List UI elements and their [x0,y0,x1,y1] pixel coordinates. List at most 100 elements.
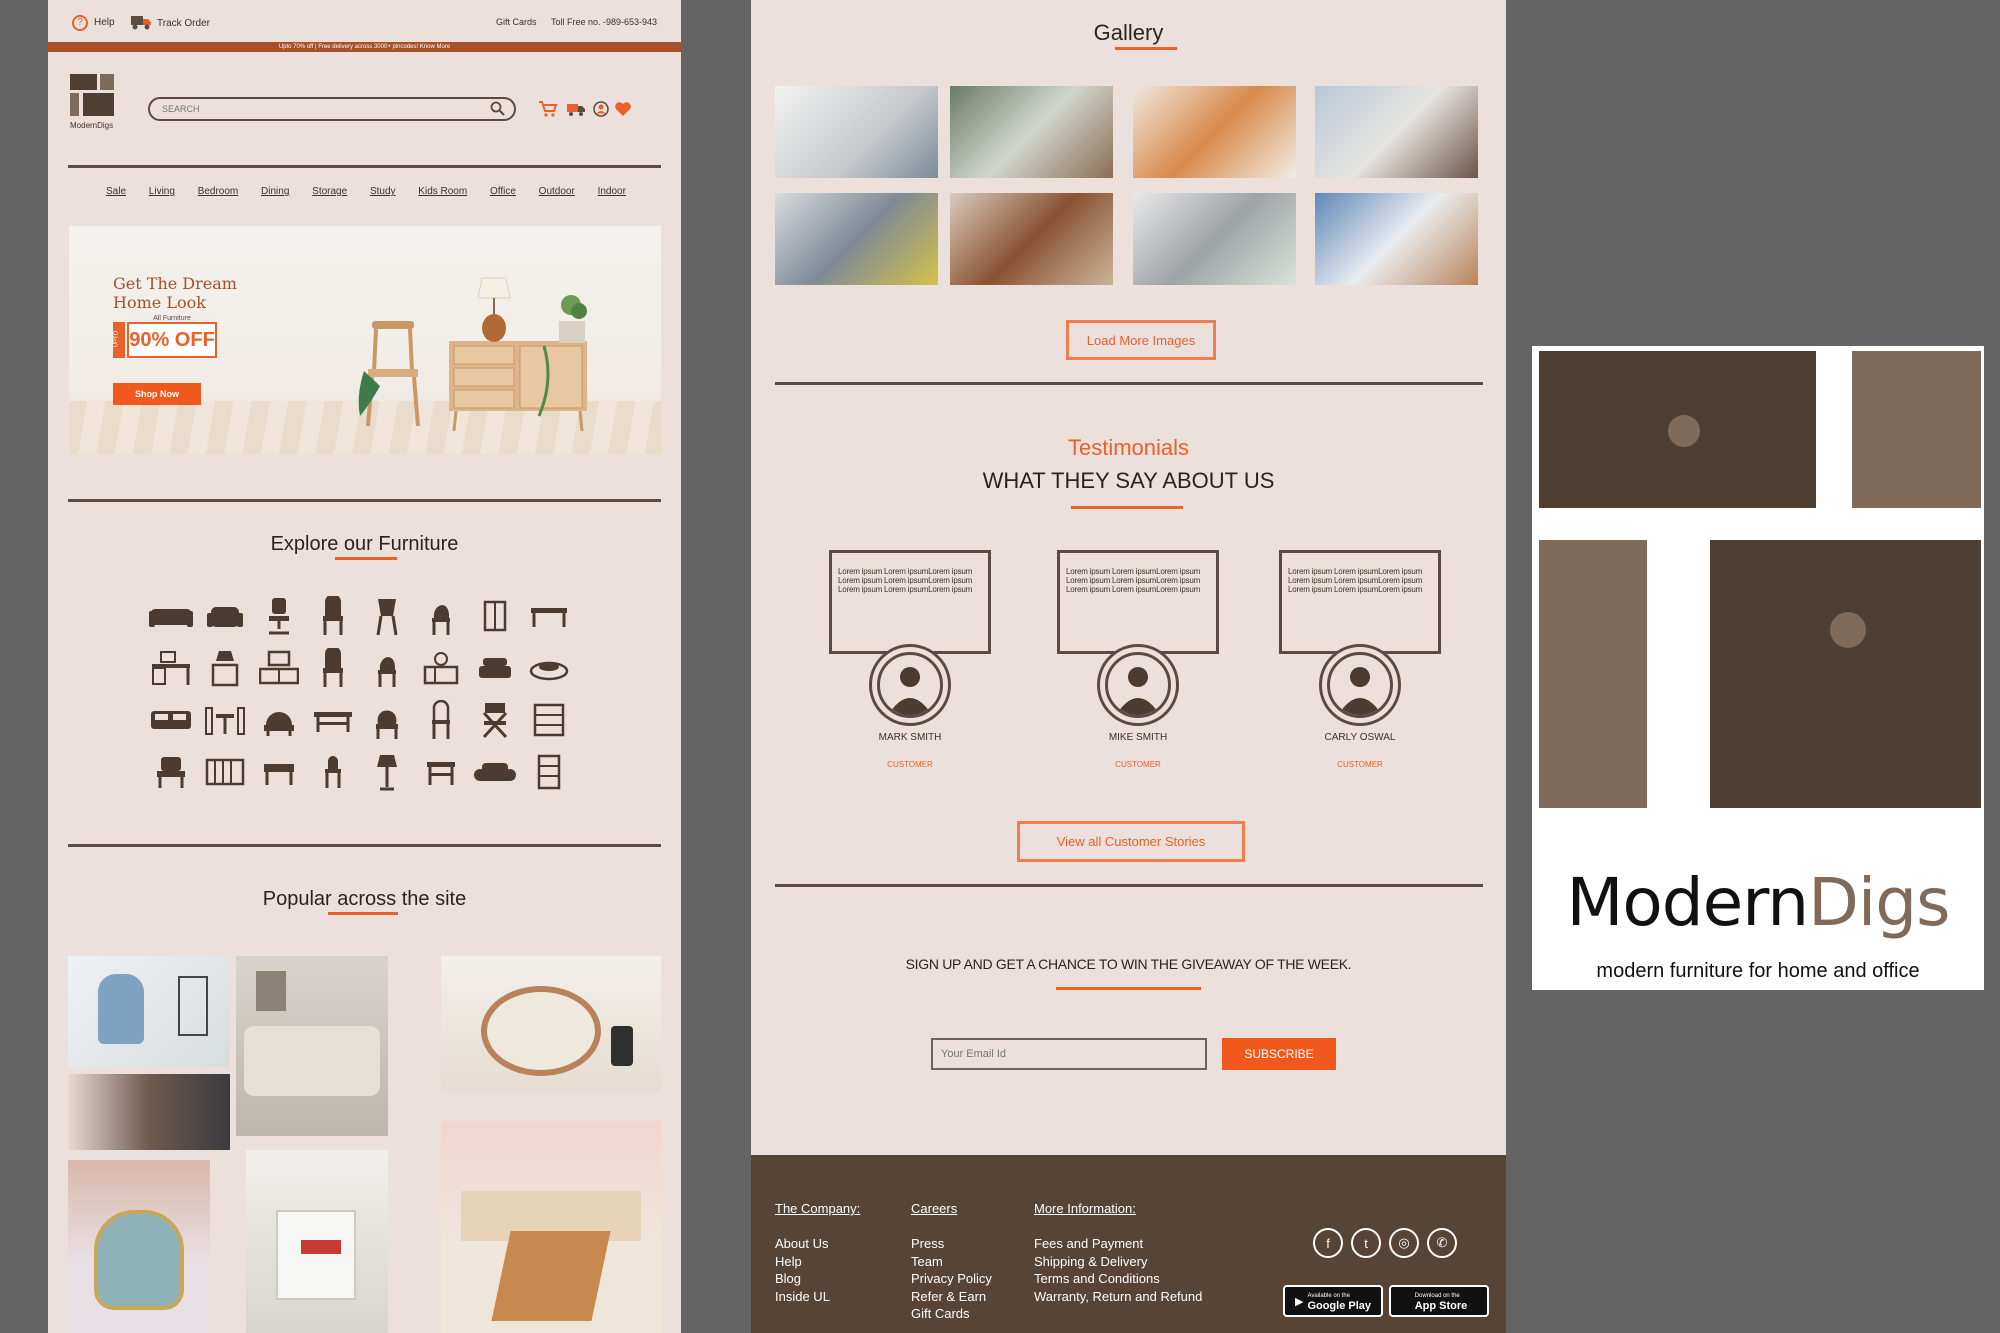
promo-strip[interactable]: Upto 70% off | Free delivery across 3000… [48,42,681,52]
bedside-lamp-icon[interactable] [202,648,248,688]
lounge-chair-icon[interactable] [148,752,194,792]
chair-illustration [358,321,420,427]
popular-photo-ornate-chair[interactable] [68,1160,210,1333]
view-all-customer-stories-button[interactable]: View all Customer Stories [1017,821,1245,862]
gallery-image-8[interactable] [1315,193,1478,285]
sofa-icon[interactable] [148,596,194,636]
folding-chair-icon[interactable] [472,700,518,740]
nav-living[interactable]: Living [149,186,175,197]
nav-sale[interactable]: Sale [106,186,126,197]
subscribe-button[interactable]: SUBSCRIBE [1222,1038,1336,1070]
side-table-icon[interactable] [418,752,464,792]
gallery-image-3[interactable] [1133,86,1296,178]
footer-link-gift-cards[interactable]: Gift Cards [911,1305,992,1323]
testimonial-card-1: Lorem ipsum Lorem ipsumLorem ipsum Lorem… [829,550,991,654]
track-order-link[interactable]: Track Order [157,18,210,29]
dressing-table-icon[interactable] [418,648,464,688]
office-chair-icon[interactable] [256,596,302,636]
footer-link-refer-earn[interactable]: Refer & Earn [911,1288,992,1306]
gallery-image-4[interactable] [1315,86,1478,178]
search-bar[interactable] [148,97,516,121]
nav-study[interactable]: Study [370,186,396,197]
floor-lamp-icon[interactable] [364,752,410,792]
nav-bedroom[interactable]: Bedroom [198,186,239,197]
pouf-icon[interactable] [472,648,518,688]
footer-link-blog[interactable]: Blog [775,1270,830,1288]
nav-dining[interactable]: Dining [261,186,289,197]
google-play-badge[interactable]: ▶ Available on the Google Play [1283,1285,1383,1317]
footer-link-shipping-delivery[interactable]: Shipping & Delivery [1034,1253,1202,1271]
popular-photo-blue-armchair[interactable] [68,956,230,1067]
gallery-image-1[interactable] [775,86,938,178]
popular-photo-cane-chair[interactable] [441,1121,661,1333]
dining-set-icon[interactable] [202,700,248,740]
footer-link-warranty-return-refund[interactable]: Warranty, Return and Refund [1034,1288,1202,1306]
facebook-icon[interactable]: f [1313,1228,1343,1258]
nav-office[interactable]: Office [490,186,516,197]
brand-logo[interactable]: ModernDigs [70,74,118,134]
search-icon[interactable] [490,101,506,117]
footer-link-team[interactable]: Team [911,1253,992,1271]
bench-icon[interactable] [256,752,302,792]
loveseat-icon[interactable] [472,752,518,792]
whatsapp-icon[interactable]: ✆ [1427,1228,1457,1258]
gift-cards-link[interactable]: Gift Cards [496,17,537,27]
email-input[interactable] [931,1038,1207,1070]
truck-icon[interactable] [130,14,152,30]
dining-chair-icon[interactable] [310,596,356,636]
popular-photo-round-lounge-chair[interactable] [441,956,661,1091]
twitter-icon[interactable]: t [1351,1228,1381,1258]
hero-banner[interactable]: Get The Dream Home Look UPTO All Furnitu… [69,226,661,454]
footer-link-about-us[interactable]: About Us [775,1235,830,1253]
logo-tagline: modern furniture for home and office [1596,960,1920,982]
nav-outdoor[interactable]: Outdoor [539,186,575,197]
accent-chair-icon[interactable] [418,596,464,636]
bar-chair-icon[interactable] [364,596,410,636]
nav-kids-room[interactable]: Kids Room [418,186,467,197]
tub-chair-icon[interactable] [256,700,302,740]
spindle-chair-icon[interactable] [418,700,464,740]
wishlist-heart-icon[interactable] [614,101,632,117]
computer-desk-icon[interactable] [148,648,194,688]
study-table-icon[interactable] [526,596,572,636]
popular-photo-reading-chair[interactable] [246,1150,388,1333]
gallery-image-5[interactable] [775,193,938,285]
high-back-chair-icon[interactable] [364,648,410,688]
cart-icon[interactable] [538,100,558,118]
account-icon[interactable] [593,101,609,117]
stool-icon[interactable] [310,752,356,792]
footer-link-inside-ul[interactable]: Inside UL [775,1288,830,1306]
wingback-chair-icon[interactable] [364,700,410,740]
footer-link-help[interactable]: Help [775,1253,830,1271]
delivery-truck-icon[interactable] [566,100,586,118]
tv-unit-icon[interactable] [256,648,302,688]
nav-storage[interactable]: Storage [312,186,347,197]
bookshelf-icon[interactable] [526,700,572,740]
shop-now-button[interactable]: Shop Now [113,383,201,405]
instagram-icon[interactable]: ◎ [1389,1228,1419,1258]
popular-photo-room-collage[interactable] [68,1074,230,1150]
coffee-table-icon[interactable] [310,700,356,740]
wardrobe-icon[interactable] [472,596,518,636]
search-input[interactable] [162,99,462,119]
gallery-image-6[interactable] [950,193,1113,285]
cabinet-icon[interactable] [526,752,572,792]
footer-link-terms-conditions[interactable]: Terms and Conditions [1034,1270,1202,1288]
footer-link-privacy-policy[interactable]: Privacy Policy [911,1270,992,1288]
popular-photo-cream-sofa[interactable] [236,956,388,1136]
armchair-icon[interactable] [202,596,248,636]
help-link[interactable]: Help [94,17,115,28]
nav-indoor[interactable]: Indoor [598,186,626,197]
bed-icon[interactable] [148,700,194,740]
footer-link-press[interactable]: Press [911,1235,992,1253]
load-more-images-button[interactable]: Load More Images [1066,320,1216,360]
testimonials-title: WHAT THEY SAY ABOUT US [982,468,1275,493]
help-icon[interactable]: ? [72,15,88,31]
side-chair-icon[interactable] [310,648,356,688]
gallery-image-2[interactable] [950,86,1113,178]
crib-icon[interactable] [202,752,248,792]
footer-link-fees-payment[interactable]: Fees and Payment [1034,1235,1202,1253]
gallery-image-7[interactable] [1133,193,1296,285]
app-store-badge[interactable]: Download on the App Store [1389,1285,1489,1317]
pet-bed-icon[interactable] [526,648,572,688]
